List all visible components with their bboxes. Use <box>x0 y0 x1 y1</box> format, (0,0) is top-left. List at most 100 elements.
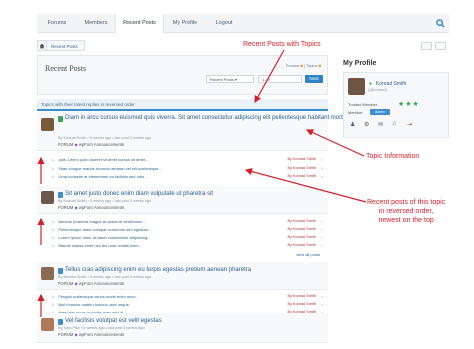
breadcrumb: Recent Posts <box>37 40 97 51</box>
forum-name[interactable]: wpForo Announcements <box>79 281 124 286</box>
annotation-reversed-order: Recent posts of this topic in reversed o… <box>367 198 445 225</box>
reply-item[interactable]: ↳ Lorem ipsum dolor sit amet consectetur … <box>51 235 323 243</box>
reply-arrow-icon: ↳ <box>51 302 55 307</box>
topic-forum: FORUM ◆ wpForo Announcements <box>58 332 124 337</box>
topic-title[interactable]: Sit amet justo donec enim diam vulputate… <box>65 191 213 197</box>
search-icon[interactable] <box>436 19 445 28</box>
reply-author[interactable]: By Konrad Smith <box>288 243 317 247</box>
avatar[interactable] <box>41 191 54 204</box>
close-icon[interactable]: × <box>321 235 323 240</box>
home-icon[interactable] <box>37 40 47 51</box>
topic-title[interactable]: Vel facilisis volutpat est velit egestas <box>65 318 162 324</box>
rss-icon[interactable]: ◙ <box>319 63 321 68</box>
forums-link[interactable]: Forums <box>286 63 300 68</box>
forum-name[interactable]: wpForo Announcements <box>79 205 124 210</box>
nav-forums[interactable]: Forums <box>37 14 77 33</box>
reply-item[interactable]: ↳ Vitae congue mauris rhoncus aenean vel … <box>51 166 323 174</box>
reply-author[interactable]: By Konrad Smith <box>288 294 317 298</box>
forum-name[interactable]: wpForo Announcements <box>79 142 124 147</box>
profile-widget: ● Konrad Smith (@konrad) Trusted Member … <box>343 72 449 138</box>
reply-item[interactable]: ↳ Aenean pharetra magna ac placerat vesti… <box>51 219 323 227</box>
bell-icon[interactable]: ♫ <box>392 121 397 127</box>
view-all-posts-link[interactable]: view all posts <box>296 252 320 257</box>
reply-item[interactable]: ↳ Urna molestie at elementum eu facilisis… <box>51 174 323 182</box>
reply-author[interactable]: By Konrad Smith <box>288 174 317 178</box>
nav-logout[interactable]: Logout <box>206 14 242 33</box>
topic-status-icon <box>58 116 63 122</box>
topic-item: Tellus cras adipiscing enim eu turpis eg… <box>37 262 328 290</box>
pagination-select[interactable]: 1 / 9 <box>258 75 302 83</box>
topics-link[interactable]: Topics <box>306 63 317 68</box>
forum-label: FORUM <box>58 332 74 337</box>
nav-recent-posts[interactable]: Recent Posts <box>115 14 164 33</box>
close-icon[interactable]: × <box>321 243 323 248</box>
topic-title[interactable]: Tellus cras adipiscing enim eu turpis eg… <box>65 267 251 273</box>
top-nav: Forums Members Recent Posts My Profile L… <box>37 14 449 33</box>
reply-author[interactable]: By Konrad Smith <box>288 227 317 231</box>
breadcrumb-recent-posts[interactable]: Recent Posts <box>47 40 85 51</box>
topic-icon <box>58 268 63 274</box>
member-label: Member <box>348 110 363 115</box>
reply-text: Aenean pharetra magna ac placerat vestib… <box>58 219 146 224</box>
annotation-line: Recent posts of this topic <box>367 199 446 206</box>
reply-author[interactable]: By Konrad Smith <box>288 235 317 239</box>
forum-label: FORUM <box>58 205 74 210</box>
reply-author[interactable]: By Konrad Smith <box>288 302 317 306</box>
pagination-value: 1 / 9 <box>262 77 270 82</box>
reply-item[interactable]: ↳ Nisl rhoncus mattis rhoncus urna neque.… <box>51 302 323 310</box>
reply-arrow-icon: ↳ <box>51 227 55 232</box>
forum-label: FORUM <box>58 281 74 286</box>
nav-members[interactable]: Members <box>77 14 115 33</box>
reply-author[interactable]: By Konrad Smith <box>288 219 317 223</box>
forum-name[interactable]: wpForo Announcements <box>79 332 124 337</box>
sidebar-title: My Profile <box>343 60 377 67</box>
topic-meta: By Konrad Smith • 6 weeks ago • last pos… <box>58 199 152 203</box>
reply-author[interactable]: By Konrad Smith <box>288 166 317 170</box>
avatar[interactable] <box>41 118 54 131</box>
close-icon[interactable]: × <box>321 294 323 299</box>
close-icon[interactable]: × <box>321 302 323 307</box>
reply-author[interactable]: By Konrad Smith <box>288 157 317 161</box>
close-icon[interactable]: × <box>321 227 323 232</box>
user-icon[interactable]: ♟ <box>350 121 355 128</box>
reply-text: Lorem ipsum dolor sit amet consectetur a… <box>58 235 151 240</box>
logout-icon[interactable]: ⇥ <box>407 121 412 128</box>
share-icon[interactable] <box>435 42 446 50</box>
avatar[interactable] <box>41 318 54 331</box>
reply-text: Nisl rhoncus mattis rhoncus urna neque..… <box>58 302 133 307</box>
twitter-share-icon[interactable] <box>421 42 432 50</box>
envelope-icon[interactable]: ✉ <box>378 121 383 128</box>
nav-my-profile[interactable]: My Profile <box>164 14 206 33</box>
annotation-line: in reversed order, <box>378 208 434 215</box>
reply-arrow-icon: ↳ <box>51 219 55 224</box>
gear-icon[interactable]: ⚙ <box>364 121 369 128</box>
forum-label: FORUM <box>58 142 74 147</box>
reply-arrow-icon: ↳ <box>51 174 55 179</box>
reply-text: Feugiat scelerisque varius morbi enim nu… <box>58 294 139 299</box>
reply-text: Urna molestie at elementum eu facilisis … <box>58 174 148 179</box>
filter-dropdown[interactable]: Recent Posts ▾ <box>206 75 254 83</box>
topic-forum: FORUM ◆ wpForo Announcements <box>58 142 124 147</box>
topic-forum: FORUM ◆ wpForo Announcements <box>58 205 124 210</box>
close-icon[interactable]: × <box>321 174 323 179</box>
reply-text: Vitae congue mauris rhoncus aenean vel e… <box>58 166 162 171</box>
reply-item[interactable]: ↳ Pellentesque diam volutpat commodo sed … <box>51 227 323 235</box>
reply-item[interactable]: ↳ Feugiat scelerisque varius morbi enim n… <box>51 294 323 302</box>
rss-icon[interactable]: ◙ <box>300 63 302 68</box>
reply-arrow-icon: ↳ <box>51 243 55 248</box>
topic-meta: By Sara Pike • 6 weeks ago • last post 5… <box>58 326 145 330</box>
reply-item[interactable]: ↳ quis. Libero justo laoreet sit amet cur… <box>51 157 323 165</box>
topic-icon <box>58 192 63 198</box>
topic-item: Sit amet justo donec enim diam vulputate… <box>37 186 328 214</box>
close-icon[interactable]: × <box>321 166 323 171</box>
next-button[interactable]: Next <box>305 75 323 83</box>
filter-dropdown-value: Recent Posts <box>210 77 234 82</box>
topic-item: Diam in arcu cursus euismod quis viverra… <box>37 111 394 151</box>
topic-icon <box>58 319 63 325</box>
avatar[interactable] <box>41 267 54 280</box>
profile-avatar[interactable] <box>348 78 365 95</box>
close-icon[interactable]: × <box>321 157 323 162</box>
reply-item[interactable]: ↳ Blandit massa enim nec dui nunc mattis … <box>51 243 323 251</box>
list-header: Topics with their latest replies in reve… <box>37 99 328 111</box>
close-icon[interactable]: × <box>321 219 323 224</box>
